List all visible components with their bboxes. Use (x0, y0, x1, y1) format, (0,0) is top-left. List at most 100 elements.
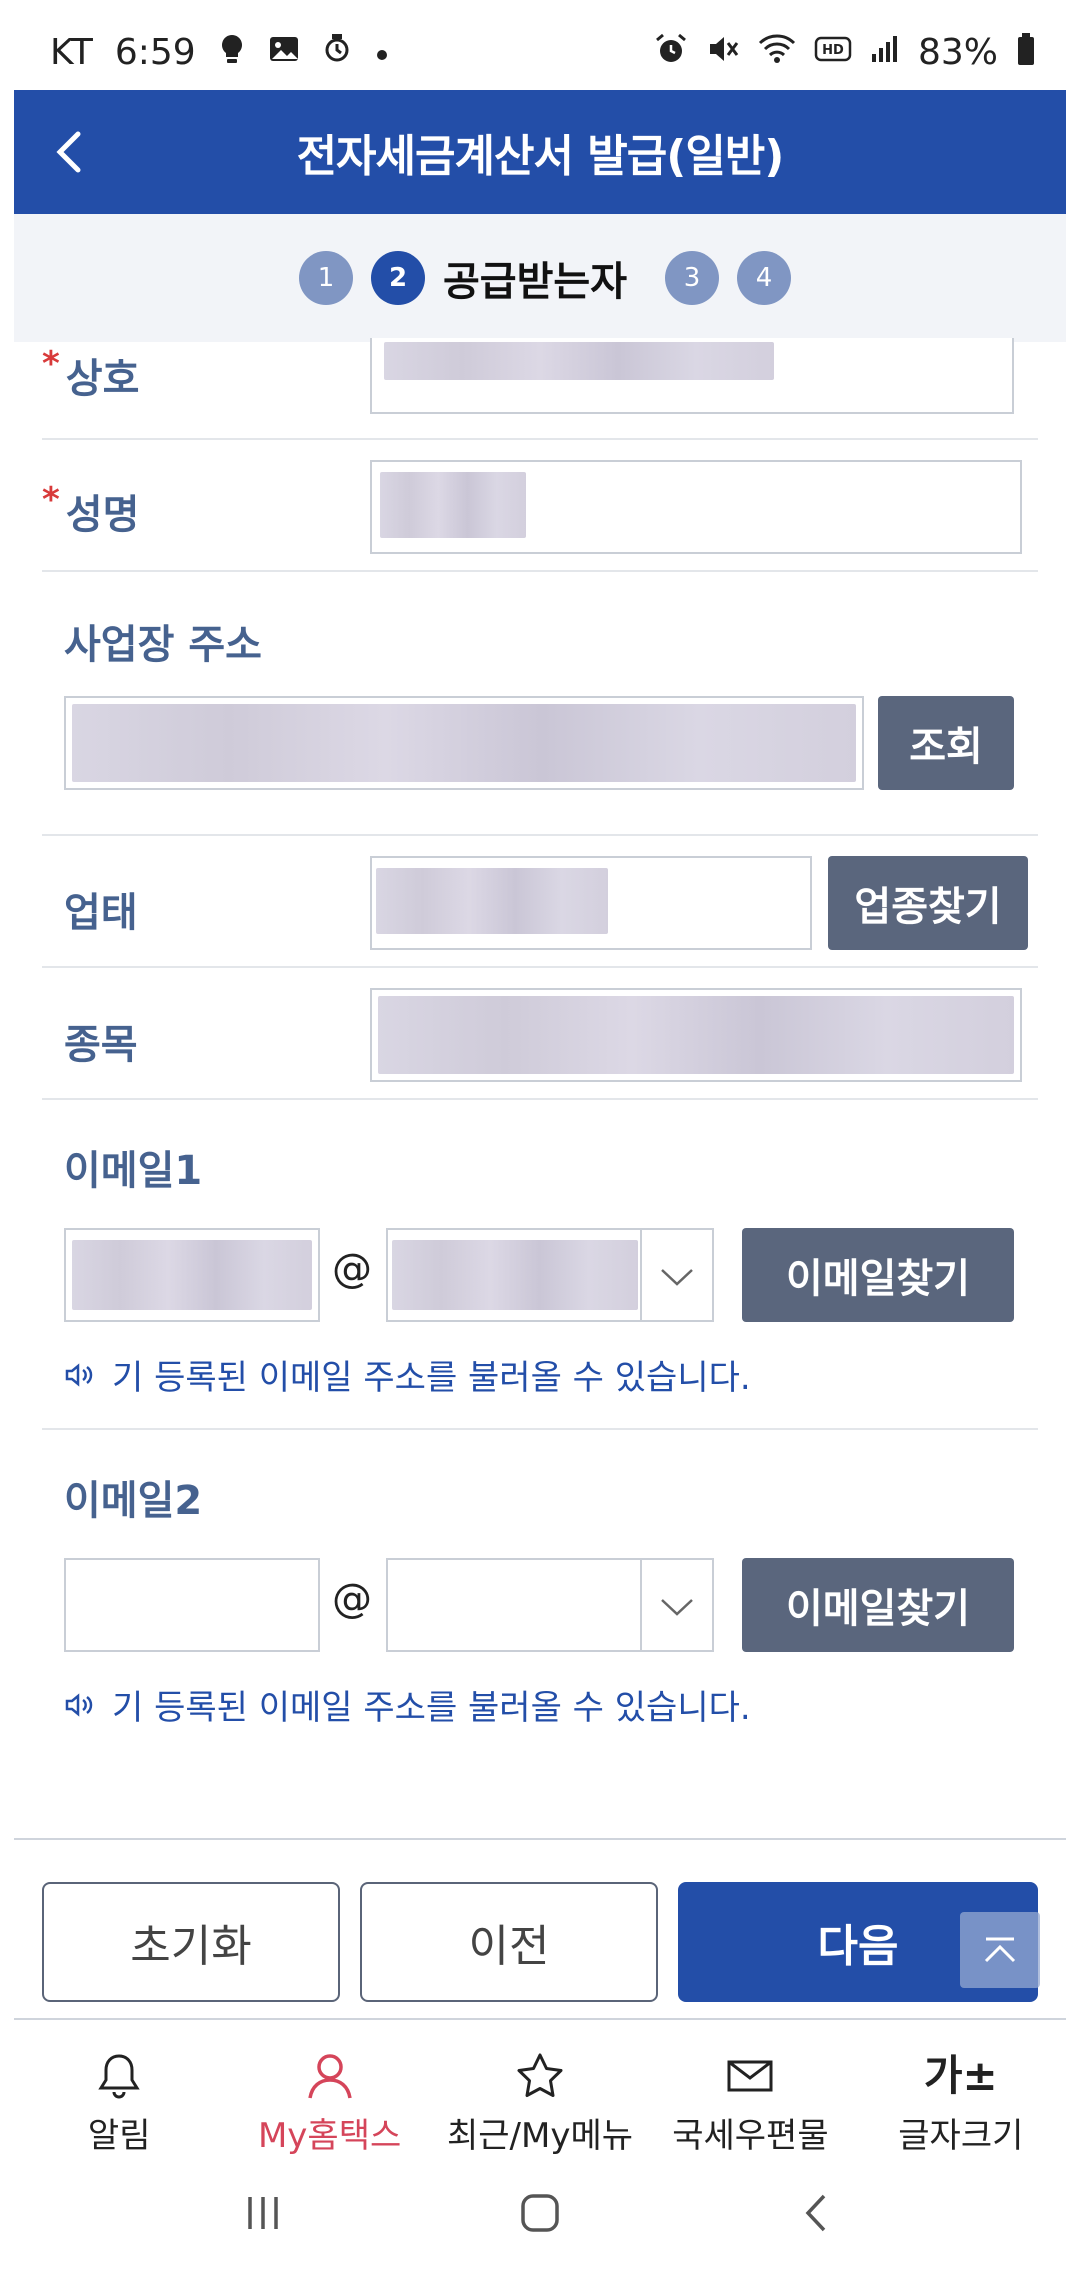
redacted-value (380, 472, 526, 538)
business-item-row: 종목 (42, 968, 1038, 1100)
step-2-active: 2 (371, 251, 425, 305)
nav-font-size[interactable]: 가± 글자크기 (856, 2022, 1066, 2162)
nav-recent-menu[interactable]: 최근/My메뉴 (435, 2022, 645, 2162)
chevron-left-icon (56, 131, 81, 173)
email2-row: 이메일2 @ 이메일찾기 기 등록된 이메일 주소를 불러올 수 있습니다. (42, 1430, 1038, 1760)
nav-tax-mail[interactable]: 국세우편물 (645, 2022, 855, 2162)
company-label: 상호 (65, 356, 140, 402)
required-mark: * (42, 480, 60, 520)
business-type-label: 업태 (64, 890, 138, 936)
page-title: 전자세금계산서 발급(일반) (296, 131, 785, 182)
email1-hint-text: 기 등록된 이메일 주소를 불러올 수 있습니다. (112, 1358, 751, 1398)
email2-hint-text: 기 등록된 이메일 주소를 불러올 수 있습니다. (112, 1688, 751, 1728)
nav-font-size-label: 글자크기 (898, 2116, 1024, 2156)
redacted-value (392, 1240, 638, 1310)
address-label: 사업장 주소 (64, 622, 262, 668)
email2-domain-input[interactable] (386, 1558, 642, 1652)
alarm-icon (654, 32, 688, 72)
star-icon (517, 2053, 563, 2097)
chevron-down-icon (661, 1599, 693, 1616)
email1-row: 이메일1 @ 이메일찾기 기 등록된 이메일 주소를 불러올 수 있습니다. (42, 1100, 1038, 1430)
company-input[interactable] (370, 338, 1014, 414)
email1-find-button[interactable]: 이메일찾기 (742, 1228, 1014, 1322)
nav-recent-menu-label: 최근/My메뉴 (447, 2116, 634, 2156)
redacted-value (72, 1240, 312, 1310)
chevron-down-icon (661, 1269, 693, 1286)
battery-icon (1016, 32, 1036, 72)
business-item-input[interactable] (370, 988, 1022, 1082)
email2-find-button[interactable]: 이메일찾기 (742, 1558, 1014, 1652)
email1-domain-input[interactable] (386, 1228, 642, 1322)
prev-button[interactable]: 이전 (360, 1882, 658, 2002)
required-mark: * (42, 344, 60, 384)
step-1: 1 (299, 251, 353, 305)
app-header: 전자세금계산서 발급(일반) (14, 90, 1066, 214)
status-bar: KT 6:59 HD 83% (14, 14, 1066, 90)
redacted-value (376, 868, 608, 934)
email2-domain-select[interactable] (640, 1558, 714, 1652)
recipient-form: * 상호 * 성명 사업장 주소 조회 업태 업종찾기 종목 이메일1 @ 이메… (42, 338, 1038, 1760)
battery-percent: 83% (917, 31, 998, 73)
system-nav-bar (14, 2164, 1066, 2266)
back-button[interactable] (44, 124, 100, 180)
business-item-label: 종목 (64, 1022, 138, 1068)
clock-label: 6:59 (114, 31, 196, 73)
home-icon (521, 2194, 559, 2232)
redacted-value (378, 996, 1014, 1074)
action-bar: 초기화 이전 다음 (14, 1838, 1066, 2020)
signal-icon (870, 34, 900, 70)
redacted-value (72, 704, 856, 782)
person-icon (307, 2054, 352, 2099)
bulb-icon (218, 33, 246, 71)
business-type-input[interactable] (370, 856, 812, 950)
wifi-icon (758, 33, 796, 71)
bell-icon (98, 2054, 140, 2099)
back-icon (805, 2194, 826, 2232)
mail-icon (727, 2060, 773, 2092)
nav-my-hometax-label: My홈택스 (257, 2116, 402, 2156)
watch-icon (322, 32, 354, 72)
carrier-label: KT (50, 31, 93, 73)
step-4: 4 (737, 251, 791, 305)
nav-my-hometax[interactable]: My홈택스 (224, 2022, 434, 2162)
address-lookup-button[interactable]: 조회 (878, 696, 1014, 790)
font-size-icon: 가± (923, 2051, 998, 2100)
name-row: * 성명 (42, 440, 1038, 572)
email1-hint: 기 등록된 이메일 주소를 불러올 수 있습니다. (64, 1350, 751, 1399)
email1-local-input[interactable] (64, 1228, 320, 1322)
arrow-up-icon (984, 1937, 1016, 1963)
step-3: 3 (665, 251, 719, 305)
screen: KT 6:59 HD 83% 전자세금계산서 발급(일반) 1 2 공급받는자 … (14, 14, 1066, 2266)
email2-hint: 기 등록된 이메일 주소를 불러올 수 있습니다. (64, 1680, 751, 1729)
redacted-value (384, 342, 774, 380)
hd-icon: HD (814, 35, 852, 69)
at-sign: @ (332, 1246, 372, 1292)
nav-alerts[interactable]: 알림 (14, 2022, 224, 2162)
address-input[interactable] (64, 696, 864, 790)
speaker-icon (65, 1362, 93, 1387)
nav-alerts-label: 알림 (87, 2116, 151, 2156)
speaker-icon (65, 1692, 93, 1717)
recent-apps-button[interactable] (238, 2191, 288, 2239)
address-row: 사업장 주소 조회 (42, 572, 1038, 836)
email1-domain-select[interactable] (640, 1228, 714, 1322)
system-back-button[interactable] (792, 2188, 842, 2242)
email2-local-input[interactable] (64, 1558, 320, 1652)
email2-label: 이메일2 (64, 1478, 203, 1524)
recent-apps-icon (247, 2197, 278, 2229)
name-input[interactable] (370, 460, 1022, 554)
mute-icon (706, 32, 740, 72)
business-type-row: 업태 업종찾기 (42, 836, 1038, 968)
reset-button[interactable]: 초기화 (42, 1882, 340, 2002)
name-label: 성명 (65, 492, 140, 538)
image-icon (268, 33, 300, 71)
email1-label: 이메일1 (64, 1148, 203, 1194)
scroll-to-top-button[interactable] (960, 1912, 1040, 1988)
svg-text:HD: HD (822, 43, 844, 58)
bottom-nav: 알림 My홈택스 최근/My메뉴 국세우편물 가± 글자크기 (14, 2022, 1066, 2162)
home-button[interactable] (515, 2188, 565, 2242)
at-sign: @ (332, 1576, 372, 1622)
find-business-type-button[interactable]: 업종찾기 (828, 856, 1028, 950)
company-row: * 상호 (42, 338, 1038, 440)
step-indicator: 1 2 공급받는자 3 4 (14, 214, 1066, 342)
